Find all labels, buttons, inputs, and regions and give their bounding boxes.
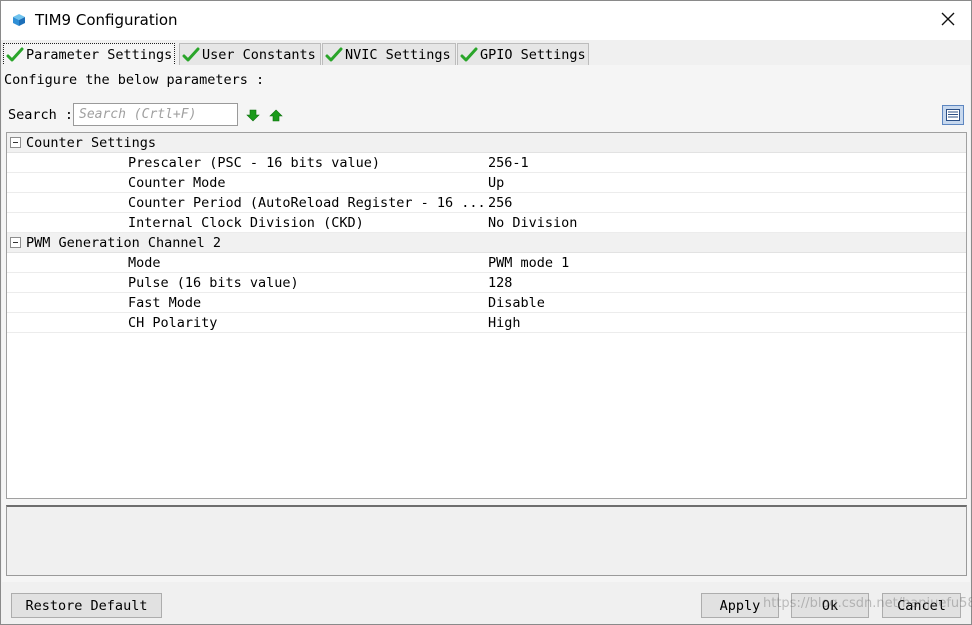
- ok-button[interactable]: Ok: [791, 593, 869, 618]
- tab-label: User Constants: [202, 46, 316, 63]
- param-name: Mode: [128, 255, 161, 271]
- tab-nvic-settings[interactable]: NVIC Settings: [322, 43, 456, 65]
- close-button[interactable]: [925, 1, 971, 40]
- search-input[interactable]: [73, 103, 238, 126]
- param-value[interactable]: 256: [488, 195, 512, 211]
- table-row[interactable]: Prescaler (PSC - 16 bits value) 256-1: [7, 153, 966, 173]
- arrow-down-icon: [246, 109, 260, 122]
- param-value[interactable]: 128: [488, 275, 512, 291]
- param-name: Prescaler (PSC - 16 bits value): [128, 155, 380, 171]
- table-row[interactable]: Counter Period (AutoReload Register - 16…: [7, 193, 966, 213]
- group-label: Counter Settings: [26, 135, 157, 151]
- group-counter-settings[interactable]: Counter Settings: [7, 133, 966, 153]
- view-toggle-button[interactable]: [942, 105, 964, 125]
- check-icon: [6, 47, 24, 61]
- apply-button[interactable]: Apply: [701, 593, 779, 618]
- dialog-window: TIM9 Configuration Parameter Settings Us…: [0, 0, 972, 625]
- check-icon: [460, 47, 478, 61]
- param-value[interactable]: 256-1: [488, 155, 529, 171]
- tab-user-constants[interactable]: User Constants: [179, 43, 321, 65]
- table-row[interactable]: CH Polarity High: [7, 313, 966, 333]
- table-row[interactable]: Counter Mode Up: [7, 173, 966, 193]
- window-title: TIM9 Configuration: [35, 11, 178, 29]
- collapse-toggle[interactable]: [10, 237, 21, 248]
- title-bar: TIM9 Configuration: [1, 1, 971, 40]
- table-row[interactable]: Mode PWM mode 1: [7, 253, 966, 273]
- param-name: Counter Period (AutoReload Register - 16…: [128, 195, 486, 211]
- list-view-icon: [946, 109, 960, 121]
- table-row[interactable]: Fast Mode Disable: [7, 293, 966, 313]
- table-row[interactable]: Internal Clock Division (CKD) No Divisio…: [7, 213, 966, 233]
- param-value[interactable]: Disable: [488, 295, 545, 311]
- param-name: Fast Mode: [128, 295, 202, 311]
- param-name: Counter Mode: [128, 175, 226, 191]
- cancel-button[interactable]: Cancel: [882, 593, 961, 618]
- group-label: PWM Generation Channel 2: [26, 235, 222, 251]
- tab-parameter-settings[interactable]: Parameter Settings: [3, 43, 175, 66]
- tab-label: NVIC Settings: [345, 46, 451, 63]
- parameter-panel: Configure the below parameters : Search …: [2, 65, 970, 582]
- description-panel: [6, 505, 967, 576]
- intro-text: Configure the below parameters :: [4, 72, 265, 88]
- param-name: CH Polarity: [128, 315, 218, 331]
- tab-label: Parameter Settings: [26, 46, 173, 63]
- param-value[interactable]: PWM mode 1: [488, 255, 569, 271]
- check-icon: [325, 47, 343, 61]
- group-pwm-generation-channel-2[interactable]: PWM Generation Channel 2: [7, 233, 966, 253]
- param-name: Pulse (16 bits value): [128, 275, 299, 291]
- table-row[interactable]: Pulse (16 bits value) 128: [7, 273, 966, 293]
- check-icon: [182, 47, 200, 61]
- cube-icon: [12, 13, 26, 27]
- restore-default-button[interactable]: Restore Default: [11, 593, 162, 618]
- parameter-grid: Counter Settings Prescaler (PSC - 16 bit…: [6, 132, 967, 499]
- close-icon: [941, 12, 955, 30]
- arrow-up-icon: [269, 109, 283, 122]
- tab-gpio-settings[interactable]: GPIO Settings: [457, 43, 589, 65]
- search-previous-button[interactable]: [269, 109, 283, 122]
- collapse-toggle[interactable]: [10, 137, 21, 148]
- search-label: Search :: [8, 107, 74, 123]
- param-value[interactable]: Up: [488, 175, 504, 191]
- param-name: Internal Clock Division (CKD): [128, 215, 364, 231]
- param-value[interactable]: High: [488, 315, 521, 331]
- search-next-button[interactable]: [246, 109, 260, 122]
- tab-label: GPIO Settings: [480, 46, 586, 63]
- param-value[interactable]: No Division: [488, 215, 577, 231]
